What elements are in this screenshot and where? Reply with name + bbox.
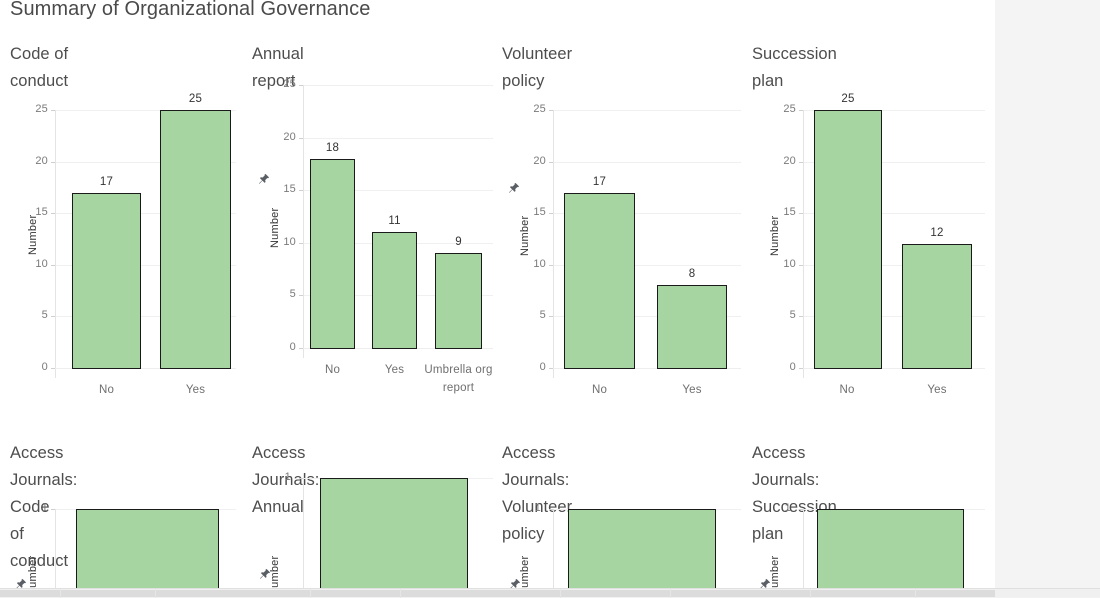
y-axis-line: [303, 85, 304, 358]
gridline: [553, 110, 741, 111]
bar-mark[interactable]: [72, 193, 141, 369]
chart-title-line: Access Journals:: [502, 444, 570, 489]
x-axis-tick-label[interactable]: No: [307, 361, 358, 379]
chart-title-line: of conduct: [10, 525, 69, 570]
chart-title-volunteer-policy: Volunteer policy: [502, 41, 572, 95]
chart-title-succession-plan: Succession plan: [752, 41, 837, 95]
y-axis-tick-label: 10: [783, 258, 796, 270]
y-axis-tick-label: 25: [35, 103, 48, 115]
y-axis-tick-label: 10: [35, 258, 48, 270]
y-axis-tick-label: 0: [289, 341, 296, 353]
x-axis-tick-label[interactable]: Yes: [902, 381, 972, 399]
chart-title-line: Code of conduct: [10, 45, 69, 90]
bar-mark[interactable]: [76, 509, 219, 588]
y-axis-title: Number: [769, 215, 781, 256]
y-axis-line: [803, 110, 804, 378]
y-axis-tick-label: 1: [41, 502, 48, 514]
y-axis-tick-label: 20: [783, 155, 796, 167]
pin-icon[interactable]: [507, 182, 520, 195]
bar-mark[interactable]: [568, 509, 716, 588]
y-axis-tick-label: 25: [783, 103, 796, 115]
y-axis-tick-label: 0: [41, 361, 48, 373]
y-axis-line: [303, 478, 304, 588]
y-axis-tick-label: 0: [789, 361, 796, 373]
y-axis-tick-label: 10: [533, 258, 546, 270]
bar-mark[interactable]: [817, 509, 964, 588]
pin-icon[interactable]: [258, 568, 271, 581]
y-axis-title: Number: [27, 555, 39, 588]
bar-value-label: 11: [388, 215, 401, 227]
bar-value-label: 17: [99, 176, 114, 188]
bar-value-label: 12: [930, 227, 944, 239]
bar-value-label: 25: [188, 93, 203, 105]
y-axis-tick-label: 20: [35, 155, 48, 167]
y-axis-title: Number: [269, 207, 281, 248]
bar-mark[interactable]: [435, 253, 482, 349]
x-axis-tick-label[interactable]: Yes: [657, 381, 727, 399]
bar-value-label: 18: [325, 142, 340, 154]
y-axis-tick-label: 25: [533, 103, 546, 115]
gridline: [303, 85, 493, 86]
chart-title-line: Access Journals:: [752, 444, 820, 489]
bar-value-label: 9: [455, 236, 462, 248]
y-axis-tick-label: 0: [539, 361, 546, 373]
pin-icon[interactable]: [257, 173, 270, 186]
y-axis-tick-label: 1: [284, 471, 291, 483]
x-axis-tick-label[interactable]: No: [72, 381, 141, 399]
bar-mark[interactable]: [902, 244, 972, 369]
y-axis-title: Number: [27, 214, 39, 255]
chart-title-line: Volunteer policy: [502, 45, 573, 90]
scrollbar-thumb[interactable]: [0, 590, 995, 597]
y-axis-line: [803, 509, 804, 588]
bar-mark[interactable]: [657, 285, 727, 369]
x-axis-tick-label[interactable]: No: [812, 381, 882, 399]
bar-mark[interactable]: [814, 110, 882, 369]
x-axis-tick-label[interactable]: No: [564, 381, 635, 399]
bar-value-label: 17: [592, 176, 607, 188]
canvas-gutter: [995, 0, 1100, 588]
x-axis-tick-label[interactable]: Umbrella org report: [424, 361, 493, 397]
dashboard-canvas: Summary of Organizational Governance Cod…: [0, 0, 995, 588]
y-axis-line: [553, 509, 554, 588]
bar-mark[interactable]: [160, 110, 231, 369]
chart-title-line: Succession plan: [752, 45, 837, 90]
gridline: [553, 162, 741, 163]
pin-icon[interactable]: [758, 578, 771, 588]
chart-title-code-of-conduct: Code of conduct: [10, 41, 68, 95]
y-axis-tick-label: 5: [789, 309, 796, 321]
x-axis-tick-label[interactable]: Yes: [160, 381, 231, 399]
horizontal-scrollbar[interactable]: [0, 588, 1100, 598]
y-axis-tick-label: 20: [283, 131, 296, 143]
x-axis-tick-label[interactable]: Yes: [369, 361, 420, 379]
y-axis-tick-label: 20: [533, 155, 546, 167]
dashboard-root: Summary of Organizational Governance Cod…: [0, 0, 1100, 598]
y-axis-tick-label: 5: [41, 309, 48, 321]
page-title: Summary of Organizational Governance: [10, 0, 371, 20]
bar-mark[interactable]: [372, 232, 417, 349]
y-axis-line: [55, 110, 56, 378]
pin-icon[interactable]: [14, 578, 27, 588]
chart-title-aj-volunteer-policy: Access Journals: Volunteer policy: [502, 440, 572, 548]
gridline: [303, 138, 493, 139]
y-axis-tick-label: 5: [539, 309, 546, 321]
pin-icon[interactable]: [508, 578, 521, 588]
bar-value-label: 8: [688, 268, 696, 280]
y-axis-line: [553, 110, 554, 378]
y-axis-tick-label: 25: [283, 78, 296, 90]
y-axis-tick-label: 1: [534, 502, 541, 514]
y-axis-tick-label: 1: [784, 502, 791, 514]
bar-mark[interactable]: [564, 193, 635, 369]
y-axis-tick-label: 5: [289, 288, 296, 300]
bar-mark[interactable]: [320, 478, 468, 588]
y-axis-line: [55, 509, 56, 588]
y-axis-title: Number: [519, 215, 531, 256]
bar-value-label: 25: [841, 93, 855, 105]
bar-mark[interactable]: [310, 159, 355, 349]
